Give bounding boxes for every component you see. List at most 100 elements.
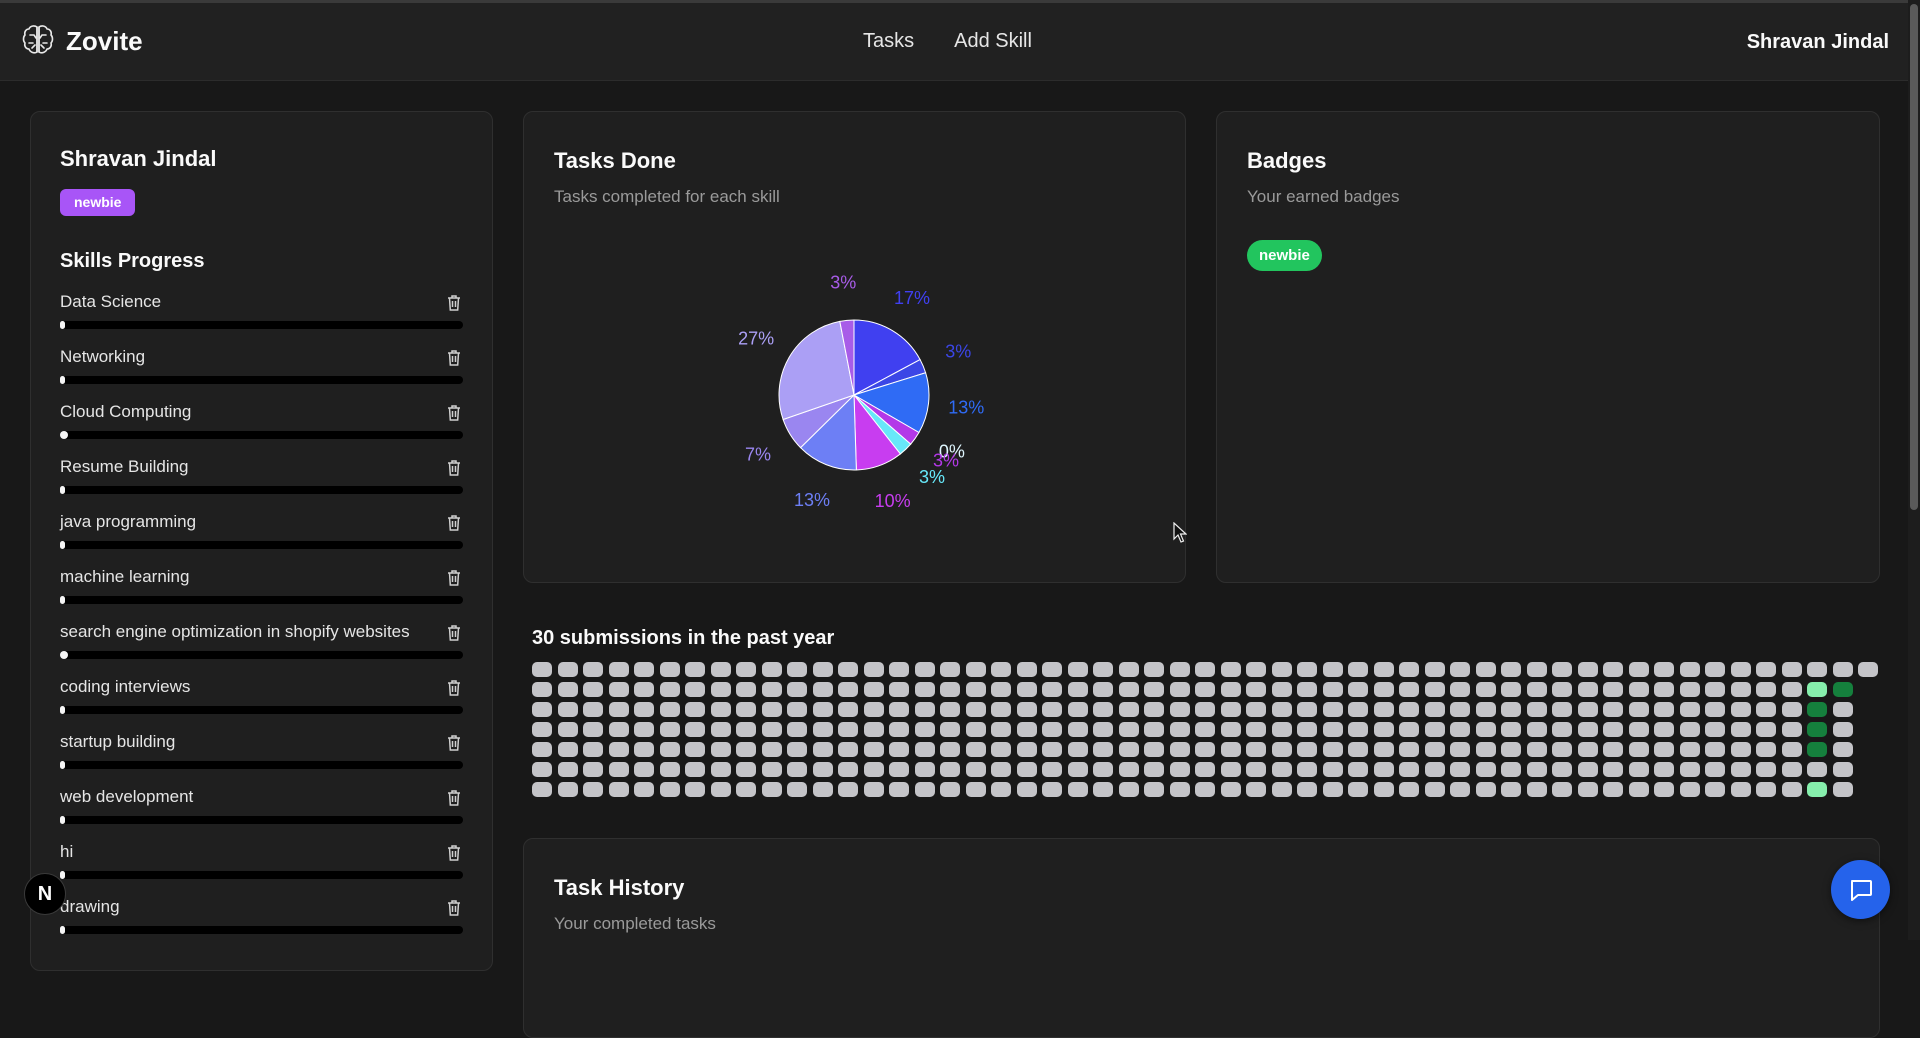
heatmap-cell[interactable] xyxy=(1628,682,1649,697)
heatmap-cell[interactable] xyxy=(659,722,680,737)
heatmap-cell[interactable] xyxy=(1577,762,1598,777)
heatmap-cell[interactable] xyxy=(1730,782,1751,797)
heatmap-cell[interactable] xyxy=(557,742,578,757)
heatmap-cell[interactable] xyxy=(1322,662,1343,677)
heatmap-cell[interactable] xyxy=(1807,722,1827,737)
heatmap-cell[interactable] xyxy=(659,782,680,797)
heatmap-cell[interactable] xyxy=(940,722,960,737)
heatmap-cell[interactable] xyxy=(1093,742,1113,757)
heatmap-cell[interactable] xyxy=(991,762,1011,777)
heatmap-cell[interactable] xyxy=(1654,762,1674,777)
heatmap-cell[interactable] xyxy=(1220,702,1241,717)
heatmap-cell[interactable] xyxy=(685,722,705,737)
chat-button[interactable] xyxy=(1831,860,1890,919)
heatmap-cell[interactable] xyxy=(1756,662,1776,677)
heatmap-cell[interactable] xyxy=(914,722,935,737)
heatmap-cell[interactable] xyxy=(787,662,807,677)
heatmap-cell[interactable] xyxy=(1093,782,1113,797)
heatmap-cell[interactable] xyxy=(736,782,756,797)
heatmap-cell[interactable] xyxy=(1832,702,1853,717)
heatmap-cell[interactable] xyxy=(787,722,807,737)
heatmap-cell[interactable] xyxy=(787,742,807,757)
heatmap-cell[interactable] xyxy=(1603,722,1623,737)
heatmap-cell[interactable] xyxy=(1450,702,1470,717)
heatmap-cell[interactable] xyxy=(863,662,884,677)
heatmap-cell[interactable] xyxy=(1373,702,1394,717)
heatmap-cell[interactable] xyxy=(1526,682,1547,697)
heatmap-cell[interactable] xyxy=(1526,782,1547,797)
delete-skill-trash-icon[interactable] xyxy=(446,624,462,642)
heatmap-cell[interactable] xyxy=(1042,702,1062,717)
heatmap-cell[interactable] xyxy=(1832,662,1853,677)
heatmap-cell[interactable] xyxy=(1679,682,1700,697)
heatmap-cell[interactable] xyxy=(1679,742,1700,757)
heatmap-cell[interactable] xyxy=(1475,662,1496,677)
heatmap-cell[interactable] xyxy=(863,722,884,737)
heatmap-cell[interactable] xyxy=(1118,782,1139,797)
heatmap-cell[interactable] xyxy=(1271,682,1292,697)
heatmap-cell[interactable] xyxy=(1526,762,1547,777)
heatmap-cell[interactable] xyxy=(1475,682,1496,697)
heatmap-cell[interactable] xyxy=(812,702,833,717)
heatmap-cell[interactable] xyxy=(1501,762,1521,777)
heatmap-cell[interactable] xyxy=(557,762,578,777)
heatmap-cell[interactable] xyxy=(608,762,629,777)
nav-link-tasks[interactable]: Tasks xyxy=(863,30,914,53)
heatmap-cell[interactable] xyxy=(889,722,909,737)
heatmap-cell[interactable] xyxy=(1195,722,1215,737)
heatmap-cell[interactable] xyxy=(1067,682,1088,697)
heatmap-cell[interactable] xyxy=(1577,682,1598,697)
heatmap-cell[interactable] xyxy=(1705,782,1725,797)
heatmap-cell[interactable] xyxy=(1399,722,1419,737)
heatmap-cell[interactable] xyxy=(1271,702,1292,717)
heatmap-cell[interactable] xyxy=(1501,702,1521,717)
heatmap-cell[interactable] xyxy=(1373,762,1394,777)
heatmap-cell[interactable] xyxy=(659,662,680,677)
heatmap-cell[interactable] xyxy=(1526,722,1547,737)
heatmap-cell[interactable] xyxy=(634,742,654,757)
heatmap-cell[interactable] xyxy=(1730,682,1751,697)
heatmap-cell[interactable] xyxy=(736,722,756,737)
heatmap-cell[interactable] xyxy=(838,702,858,717)
heatmap-cell[interactable] xyxy=(1858,662,1878,677)
heatmap-cell[interactable] xyxy=(761,722,782,737)
heatmap-cell[interactable] xyxy=(787,702,807,717)
heatmap-cell[interactable] xyxy=(532,782,552,797)
heatmap-cell[interactable] xyxy=(991,702,1011,717)
heatmap-cell[interactable] xyxy=(1195,762,1215,777)
heatmap-cell[interactable] xyxy=(1348,682,1368,697)
heatmap-cell[interactable] xyxy=(1169,742,1190,757)
heatmap-cell[interactable] xyxy=(1832,762,1853,777)
heatmap-cell[interactable] xyxy=(1195,682,1215,697)
heatmap-cell[interactable] xyxy=(1220,742,1241,757)
heatmap-cell[interactable] xyxy=(940,702,960,717)
heatmap-cell[interactable] xyxy=(710,742,731,757)
nextjs-dev-indicator[interactable]: N xyxy=(24,873,66,915)
heatmap-cell[interactable] xyxy=(1730,722,1751,737)
heatmap-cell[interactable] xyxy=(863,782,884,797)
heatmap-cell[interactable] xyxy=(1475,762,1496,777)
heatmap-cell[interactable] xyxy=(1756,682,1776,697)
heatmap-cell[interactable] xyxy=(1220,722,1241,737)
heatmap-cell[interactable] xyxy=(1373,682,1394,697)
heatmap-cell[interactable] xyxy=(1271,782,1292,797)
heatmap-cell[interactable] xyxy=(1730,702,1751,717)
heatmap-cell[interactable] xyxy=(1093,662,1113,677)
heatmap-cell[interactable] xyxy=(710,702,731,717)
heatmap-cell[interactable] xyxy=(1118,762,1139,777)
nav-user-name[interactable]: Shravan Jindal xyxy=(1747,31,1889,54)
heatmap-cell[interactable] xyxy=(1577,742,1598,757)
heatmap-cell[interactable] xyxy=(1169,702,1190,717)
heatmap-cell[interactable] xyxy=(1679,702,1700,717)
heatmap-cell[interactable] xyxy=(1705,722,1725,737)
heatmap-cell[interactable] xyxy=(1603,662,1623,677)
heatmap-cell[interactable] xyxy=(1042,722,1062,737)
heatmap-cell[interactable] xyxy=(812,782,833,797)
heatmap-cell[interactable] xyxy=(1552,762,1572,777)
heatmap-cell[interactable] xyxy=(710,682,731,697)
heatmap-cell[interactable] xyxy=(1628,782,1649,797)
heatmap-cell[interactable] xyxy=(1730,662,1751,677)
heatmap-cell[interactable] xyxy=(1501,742,1521,757)
heatmap-cell[interactable] xyxy=(1373,662,1394,677)
heatmap-cell[interactable] xyxy=(965,722,986,737)
